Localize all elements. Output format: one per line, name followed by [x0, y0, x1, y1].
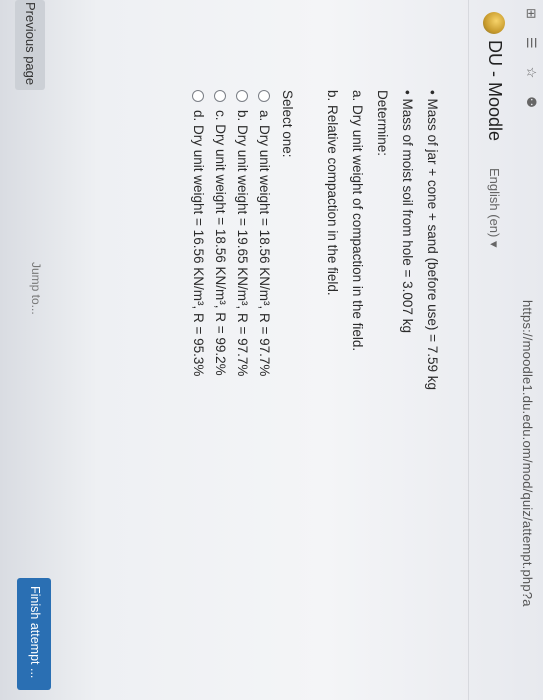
question-line: a. Dry unit weight of compaction in the …: [350, 90, 365, 352]
select-one-label: Select one:: [280, 90, 295, 158]
radio-d[interactable]: [192, 90, 204, 102]
question-line: Determine:: [375, 90, 390, 157]
question-line: b. Relative compaction in the field.: [325, 90, 340, 296]
rotated-screen: ⊞ ☰ ☆ ⚉ https://moodle1.du.edu.om/mod/qu…: [0, 0, 543, 700]
question-line: • Mass of jar + cone + sand (before use)…: [425, 90, 440, 391]
jump-to-select[interactable]: Jump to...: [29, 262, 43, 315]
window-icon[interactable]: ⊞: [523, 8, 539, 19]
language-selector[interactable]: English (en) ▾: [486, 168, 502, 248]
star-icon[interactable]: ☆: [523, 67, 539, 79]
previous-page-button[interactable]: Previous page: [15, 0, 45, 90]
top-navbar: DU - Moodle English (en) ▾: [468, 0, 515, 700]
question-content: • Mass of jar + cone + sand (before use)…: [187, 90, 445, 650]
language-label: English (en): [487, 168, 502, 238]
radio-b[interactable]: [236, 90, 248, 102]
option-label: a. Dry unit weight = 18.56 KN/m³, R = 97…: [257, 110, 272, 377]
radio-c[interactable]: [214, 90, 226, 102]
option-label: c. Dry unit weight = 18.56 KN/m³, R = 99…: [213, 110, 228, 376]
site-title[interactable]: DU - Moodle: [484, 40, 505, 141]
finish-attempt-button[interactable]: Finish attempt ...: [17, 578, 51, 690]
address-bar-url[interactable]: https://moodle1.du.edu.om/mod/quiz/attem…: [520, 300, 535, 607]
du-logo-icon[interactable]: [483, 12, 505, 34]
answer-option-c[interactable]: c. Dry unit weight = 18.56 KN/m³, R = 99…: [209, 90, 231, 650]
option-label: d. Dry unit weight = 16.56 KN/m³, R = 95…: [191, 110, 206, 377]
finish-attempt-label: Finish attempt ...: [28, 586, 42, 679]
profile-icon[interactable]: ⚉: [523, 96, 539, 108]
reading-list-icon[interactable]: ☰: [523, 37, 539, 49]
question-line: • Mass of moist soil from hole = 3.007 k…: [400, 90, 415, 333]
answer-option-b[interactable]: b. Dry unit weight = 19.65 KN/m³, R = 97…: [231, 90, 253, 650]
answer-option-d[interactable]: d. Dry unit weight = 16.56 KN/m³, R = 95…: [187, 90, 209, 650]
browser-toolbar: ⊞ ☰ ☆ ⚉: [523, 8, 539, 108]
radio-a[interactable]: [258, 90, 270, 102]
previous-page-label: Previous page: [23, 2, 38, 86]
answer-option-a[interactable]: a. Dry unit weight = 18.56 KN/m³, R = 97…: [253, 90, 275, 650]
caret-down-icon: ▾: [487, 241, 502, 248]
option-label: b. Dry unit weight = 19.65 KN/m³, R = 97…: [235, 110, 250, 377]
